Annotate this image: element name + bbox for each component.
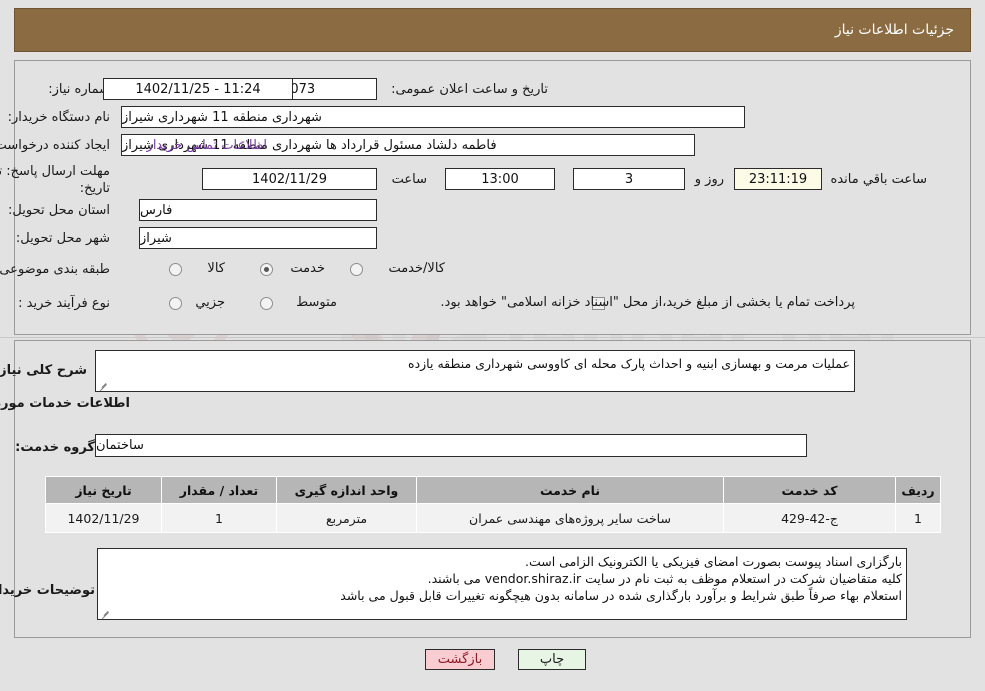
page-title: جزئیات اطلاعات نیاز	[834, 22, 954, 38]
buyer-note-line-2: کلیه متقاضیان شرکت در استعلام موظف به ثب…	[427, 571, 902, 586]
cell-code: ج-42-429	[723, 503, 896, 533]
city-value: شیراز	[139, 227, 377, 249]
radio-category-kala[interactable]	[169, 263, 182, 276]
general-desc-label: شرح کلی نیاز:	[0, 363, 87, 378]
radio-process-jozii-label: جزیي	[195, 295, 225, 310]
radio-category-kala-khedmat-label: کالا/خدمت	[388, 261, 445, 276]
radio-process-jozii[interactable]	[169, 297, 182, 310]
back-button[interactable]: بازگشت	[425, 649, 495, 670]
th-name: نام خدمت	[416, 476, 724, 504]
radio-category-khedmat[interactable]	[260, 263, 273, 276]
th-quantity: تعداد / مقدار	[161, 476, 277, 504]
announce-datetime-value: 11:24 - 1402/11/25	[103, 78, 293, 100]
general-desc-value: عملیات مرمت و بهسازی ابنیه و احداث پارک …	[408, 356, 850, 371]
countdown-label: ساعت باقي مانده	[830, 172, 927, 187]
section-divider	[0, 337, 985, 338]
cell-name: ساخت سایر پروژه‌های مهندسی عمران	[416, 503, 724, 533]
service-group-label: گروه خدمت:	[15, 440, 95, 455]
general-desc-textarea[interactable]: عملیات مرمت و بهسازی ابنیه و احداث پارک …	[95, 350, 855, 392]
resize-grip-icon[interactable]	[99, 380, 108, 389]
need-summary-panel	[14, 60, 971, 335]
buyer-note-line-1: بارگزاری اسناد پیوست بصورت امضای فیزیکی …	[525, 554, 902, 569]
buyer-notes-textarea[interactable]: بارگزاری اسناد پیوست بصورت امضای فیزیکی …	[97, 548, 907, 620]
buyer-contact-link[interactable]: اطلاعات تماس خریدار	[147, 138, 267, 153]
radio-category-khedmat-label: خدمت	[290, 261, 325, 276]
table-row: 1 ج-42-429 ساخت سایر پروژه‌های مهندسی عم…	[45, 503, 941, 533]
radio-category-kala-label: کالا	[207, 261, 225, 276]
province-value: فارس	[139, 199, 377, 221]
announce-datetime-label: تاریخ و ساعت اعلان عمومی:	[391, 82, 548, 97]
countdown-value: 23:11:19	[734, 168, 822, 190]
city-label: شهر محل تحویل:	[15, 231, 110, 246]
cell-quantity: 1	[161, 503, 277, 533]
cell-unit: مترمربع	[276, 503, 417, 533]
process-label: نوع فرآیند خرید :	[18, 296, 110, 311]
buyer-org-label: نام دستگاه خریدار:	[7, 110, 110, 125]
header-bar: جزئیات اطلاعات نیاز	[14, 8, 971, 52]
service-group-value: ساختمان	[95, 434, 807, 457]
province-label: استان محل تحویل:	[8, 203, 110, 218]
th-code: کد خدمت	[723, 476, 896, 504]
radio-process-motavasset-label: متوسط	[296, 295, 337, 310]
cell-radif: 1	[895, 503, 941, 533]
buyer-notes-label: توضیحات خریدار:	[0, 583, 95, 598]
category-label: طبقه بندی موضوعی:	[0, 262, 110, 277]
services-table: ردیف کد خدمت نام خدمت واحد اندازه گیری ت…	[45, 476, 941, 533]
page-root: AriaTender .net AriaTender.net جزئیات اط…	[0, 0, 985, 691]
print-button[interactable]: چاپ	[518, 649, 586, 670]
deadline-label-line1: مهلت ارسال پاسخ: تا	[0, 164, 110, 179]
th-radif: ردیف	[895, 476, 941, 504]
deadline-date-value: 1402/11/29	[202, 168, 377, 190]
buyer-note-line-3: استعلام بهاء صرفاً طبق شرایط و برآورد با…	[340, 588, 902, 603]
deadline-label-line2: تاریخ:	[79, 181, 110, 196]
table-header-row: ردیف کد خدمت نام خدمت واحد اندازه گیری ت…	[45, 476, 941, 504]
remaining-days-value: 3	[573, 168, 685, 190]
requester-label: ایجاد کننده درخواست:	[0, 138, 110, 153]
resize-grip-icon[interactable]	[101, 608, 110, 617]
radio-category-kala-khedmat[interactable]	[350, 263, 363, 276]
need-number-label: شماره نیاز:	[48, 82, 110, 97]
buyer-org-value: شهرداری منطقه 11 شهرداری شیراز	[121, 106, 745, 128]
hour-label: ساعت	[391, 172, 427, 187]
treasury-checkbox-label: پرداخت تمام یا بخشی از مبلغ خرید،از محل …	[440, 295, 855, 310]
deadline-time-value: 13:00	[445, 168, 555, 190]
radio-process-motavasset[interactable]	[260, 297, 273, 310]
th-unit: واحد اندازه گیری	[276, 476, 417, 504]
remaining-days-label: روز و	[694, 172, 724, 187]
services-info-heading: اطلاعات خدمات مورد نیاز	[0, 396, 130, 411]
th-need-date: تاریخ نیاز	[45, 476, 162, 504]
cell-need-date: 1402/11/29	[45, 503, 162, 533]
